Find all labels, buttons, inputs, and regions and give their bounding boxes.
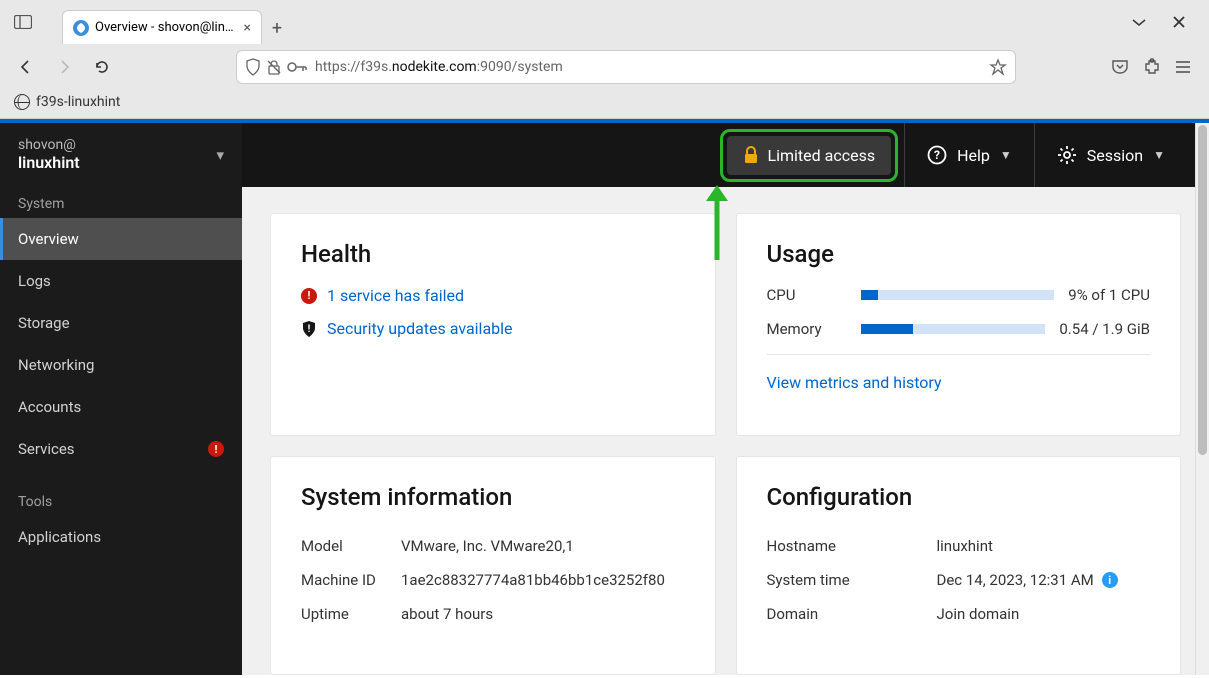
security-shield-icon: ! <box>301 320 317 338</box>
system-time-label: System time <box>767 571 937 589</box>
pocket-icon[interactable] <box>1111 59 1129 75</box>
model-label: Model <box>301 537 401 555</box>
main-area: Limited access ? Help ▼ Session ▼ <box>242 123 1209 675</box>
uptime-label: Uptime <box>301 605 401 623</box>
back-button[interactable] <box>12 53 40 81</box>
browser-tab[interactable]: Overview - shovon@linux × <box>62 10 262 44</box>
vertical-scrollbar[interactable] <box>1195 123 1209 675</box>
browser-chrome: Overview - shovon@linux × + https://f39s… <box>0 0 1209 119</box>
health-security-link[interactable]: Security updates available <box>327 319 513 338</box>
memory-label: Memory <box>767 320 847 338</box>
reload-button[interactable] <box>88 53 116 81</box>
config-title: Configuration <box>767 483 1151 511</box>
forward-button[interactable] <box>50 53 78 81</box>
window-menu-icon[interactable] <box>1129 12 1149 32</box>
sidebar: shovon@ linuxhint ▾ System Overview Logs… <box>0 123 242 675</box>
app-menu-icon[interactable] <box>1175 60 1191 74</box>
sidebar-section-system: System <box>0 186 242 218</box>
config-card: Configuration Hostnamelinuxhint System t… <box>736 456 1182 675</box>
session-label: Session <box>1087 146 1143 165</box>
url-text: https://f39s.nodekite.com:9090/system <box>315 59 981 75</box>
svg-text:?: ? <box>934 148 940 162</box>
limited-access-label: Limited access <box>767 146 875 165</box>
health-title: Health <box>301 240 685 268</box>
info-icon[interactable]: i <box>1102 572 1118 588</box>
topbar: Limited access ? Help ▼ Session ▼ <box>242 123 1209 187</box>
usage-card: Usage CPU 9% of 1 CPU Memory 0.54 / 1.9 … <box>736 213 1182 436</box>
sysinfo-title: System information <box>301 483 685 511</box>
host-selector[interactable]: shovon@ linuxhint ▾ <box>0 123 242 186</box>
chevron-down-icon: ▼ <box>1000 148 1012 162</box>
sidebar-host: linuxhint <box>18 153 80 172</box>
bookmark-bar: f39s-linuxhint <box>0 90 1209 118</box>
lock-icon <box>743 146 759 164</box>
annotation-highlight: Limited access <box>720 129 898 182</box>
hostname-value: linuxhint <box>937 537 1151 555</box>
extensions-icon[interactable] <box>1143 58 1161 76</box>
tab-title: Overview - shovon@linux <box>95 20 238 35</box>
chevron-down-icon: ▾ <box>216 146 224 164</box>
address-bar: https://f39s.nodekite.com:9090/system <box>0 44 1209 90</box>
sysinfo-card: System information ModelVMware, Inc. VMw… <box>270 456 716 675</box>
help-icon: ? <box>927 145 947 165</box>
help-menu[interactable]: ? Help ▼ <box>905 123 1034 187</box>
sidebar-item-services[interactable]: Services ! <box>0 428 242 470</box>
bookmark-item[interactable]: f39s-linuxhint <box>36 94 120 110</box>
new-tab-button[interactable]: + <box>262 12 292 44</box>
sidebar-item-overview[interactable]: Overview <box>0 218 242 260</box>
globe-icon <box>14 94 30 110</box>
lock-cert-icon[interactable] <box>267 59 281 75</box>
tab-close-icon[interactable]: × <box>244 20 251 36</box>
health-card: Health ! 1 service has failed ! Security… <box>270 213 716 436</box>
sidebar-item-accounts[interactable]: Accounts <box>0 386 242 428</box>
cpu-bar <box>861 290 1055 300</box>
tab-favicon-icon <box>73 20 89 36</box>
help-label: Help <box>957 146 990 165</box>
metrics-link[interactable]: View metrics and history <box>767 373 942 392</box>
chevron-down-icon: ▼ <box>1153 148 1165 162</box>
error-icon: ! <box>301 288 317 304</box>
sidebar-item-logs[interactable]: Logs <box>0 260 242 302</box>
memory-bar <box>861 324 1046 334</box>
system-time-value: Dec 14, 2023, 12:31 AM <box>937 571 1094 589</box>
shield-icon[interactable] <box>245 58 261 76</box>
bookmark-star-icon[interactable] <box>989 58 1007 76</box>
domain-value[interactable]: Join domain <box>937 605 1151 623</box>
uptime-value: about 7 hours <box>401 605 685 623</box>
scrollbar-thumb[interactable] <box>1198 125 1207 455</box>
sidebar-toggle-icon[interactable] <box>8 7 38 37</box>
error-badge-icon: ! <box>208 441 224 457</box>
health-failed-link[interactable]: 1 service has failed <box>327 286 464 305</box>
sidebar-section-tools: Tools <box>0 484 242 516</box>
sidebar-item-applications[interactable]: Applications <box>0 516 242 558</box>
machine-id-label: Machine ID <box>301 571 401 589</box>
hostname-label: Hostname <box>767 537 937 555</box>
window-close-icon[interactable] <box>1169 12 1189 32</box>
cpu-label: CPU <box>767 286 847 304</box>
cpu-value: 9% of 1 CPU <box>1068 286 1150 304</box>
usage-title: Usage <box>767 240 1151 268</box>
tab-bar: Overview - shovon@linux × + <box>0 0 1209 44</box>
sidebar-item-networking[interactable]: Networking <box>0 344 242 386</box>
key-icon[interactable] <box>287 61 307 73</box>
domain-label: Domain <box>767 605 937 623</box>
limited-access-button[interactable]: Limited access <box>727 136 891 175</box>
svg-text:!: ! <box>308 324 311 335</box>
content-grid: Health ! 1 service has failed ! Security… <box>242 187 1209 675</box>
url-input[interactable]: https://f39s.nodekite.com:9090/system <box>236 50 1016 84</box>
model-value: VMware, Inc. VMware20,1 <box>401 537 685 555</box>
session-menu[interactable]: Session ▼ <box>1035 123 1187 187</box>
sidebar-user: shovon@ <box>18 137 80 153</box>
gear-icon <box>1057 145 1077 165</box>
sidebar-item-storage[interactable]: Storage <box>0 302 242 344</box>
memory-value: 0.54 / 1.9 GiB <box>1059 320 1150 338</box>
machine-id-value: 1ae2c88327774a81bb46bb1ce3252f80 <box>401 571 685 589</box>
